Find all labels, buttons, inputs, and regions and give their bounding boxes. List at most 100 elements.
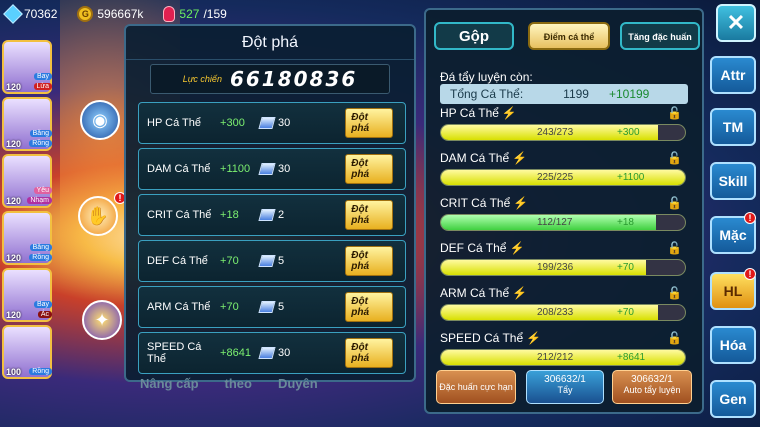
roster-slot[interactable]: Yêu Nhạm 120 <box>2 154 52 208</box>
stat-value: 199/236 <box>537 262 574 273</box>
stamina-max: /159 <box>203 7 227 21</box>
type-tag: Yêu <box>33 187 52 194</box>
stat-name: SPEED Cá Thể ⚡ <box>440 331 690 345</box>
lock-icon[interactable]: 🔓 <box>667 106 682 120</box>
special-training-button[interactable]: Đặc huấn cực hạn <box>436 370 516 404</box>
breakthrough-panel: Đột phá Lực chiến 66180836 HP Cá Thể +300… <box>124 24 416 382</box>
scroll-icon <box>258 301 276 313</box>
close-button[interactable]: ✕ <box>716 4 756 42</box>
auto-wash-button[interactable]: 306632/1 Auto tẩy luyện <box>612 370 692 404</box>
potion-icon <box>163 6 176 22</box>
stat-name: SPEED Cá Thể <box>147 341 202 365</box>
lock-icon[interactable]: 🔓 <box>667 331 682 345</box>
stat-row: HP Cá Thể ⚡ 🔓 243/273 +300 <box>440 106 690 141</box>
side-tab-skill[interactable]: Skill <box>710 162 756 200</box>
tab-merge[interactable]: Gộp <box>434 22 514 50</box>
level-label: 120 <box>6 139 22 149</box>
level-label: 120 <box>6 82 22 92</box>
stat-value: 225/225 <box>537 172 574 183</box>
lock-icon[interactable]: 🔓 <box>667 241 682 255</box>
wash-count: 306632/1 <box>544 374 586 385</box>
stat-label: ARM Cá Thể <box>440 286 510 300</box>
stat-name: DAM Cá Thể <box>147 163 211 175</box>
lock-icon[interactable]: 🔓 <box>667 196 682 210</box>
lock-icon[interactable]: 🔓 <box>667 286 682 300</box>
wash-label: Tẩy <box>557 385 573 395</box>
breakthrough-row: ARM Cá Thể +70 5 Đột phá <box>138 286 406 328</box>
stat-label: CRIT Cá Thể <box>440 196 511 210</box>
total-label: Tổng Cá Thể: <box>450 87 524 101</box>
type-tag: Băng <box>29 244 52 251</box>
side-tab-gen[interactable]: Gen <box>710 380 756 418</box>
stat-label: HP Cá Thể <box>440 106 499 120</box>
cost-value: 5 <box>277 301 285 313</box>
combat-power: Lực chiến 66180836 <box>150 64 390 94</box>
gem-icon <box>3 4 23 24</box>
side-tab-evolve[interactable]: Hóa <box>710 326 756 364</box>
stat-value: 112/127 <box>537 217 573 228</box>
roster-slot[interactable]: Băng Rồng 120 <box>2 211 52 265</box>
bottom-nav: Nâng cấp theo Duyên <box>140 376 318 391</box>
roster-slot[interactable]: Băng Rồng 120 <box>2 97 52 151</box>
lightning-icon: ⚡ <box>509 241 525 255</box>
lock-icon[interactable]: 🔓 <box>667 151 682 165</box>
stat-row: ARM Cá Thể ⚡ 🔓 208/233 +70 <box>440 286 690 321</box>
stat-progress-bar: 112/127 +18 <box>440 214 686 231</box>
tab-individual-points[interactable]: Điểm cá thể <box>528 22 610 50</box>
tab-special-training[interactable]: Tăng đặc huấn <box>620 22 700 50</box>
roster-slot[interactable]: Bay Lửa 120 <box>2 40 52 94</box>
auto-wash-label: Auto tẩy luyện <box>623 385 681 395</box>
cost-value: 30 <box>277 163 291 175</box>
stats-panel: Gộp Điểm cá thể Tăng đặc huấn Đá tẩy luy… <box>424 8 704 414</box>
scroll-icon <box>258 209 276 221</box>
notification-badge: ! <box>744 268 756 280</box>
lightning-icon: ⚡ <box>526 331 542 345</box>
power-label: Lực chiến <box>182 74 222 84</box>
stat-progress-bar: 208/233 +70 <box>440 304 686 321</box>
bag-icon[interactable]: ✋ <box>78 196 118 236</box>
stat-name: DAM Cá Thể ⚡ <box>440 151 690 165</box>
lightning-icon: ⚡ <box>512 151 528 165</box>
breakthrough-button[interactable]: Đột phá <box>345 292 393 322</box>
nav-follow[interactable]: theo <box>225 376 252 391</box>
gem-value: 70362 <box>24 7 58 21</box>
breakthrough-button[interactable]: Đột phá <box>345 338 393 368</box>
breakthrough-button[interactable]: Đột phá <box>345 200 393 230</box>
stat-name: DEF Cá Thể ⚡ <box>440 241 690 255</box>
element-wheel-icon[interactable]: ✦ <box>82 300 122 340</box>
gem-counter: 70362 <box>3 4 58 24</box>
cost-value: 5 <box>277 255 285 267</box>
side-tab-tm[interactable]: TM <box>710 108 756 146</box>
nav-upgrade[interactable]: Nâng cấp <box>140 376 199 391</box>
level-label: 120 <box>6 196 22 206</box>
stat-label: DEF Cá Thể <box>440 241 507 255</box>
stamina-counter: 527/159 <box>163 6 227 22</box>
auto-wash-count: 306632/1 <box>631 374 673 385</box>
side-tab-attr[interactable]: Attr <box>710 56 756 94</box>
scroll-icon <box>258 117 276 129</box>
roster-slot[interactable]: Bay Ác 120 <box>2 268 52 322</box>
nav-bond[interactable]: Duyên <box>278 376 318 391</box>
breakthrough-button[interactable]: Đột phá <box>345 246 393 276</box>
stat-bonus: +1100 <box>617 172 645 183</box>
pet-portrait-icon[interactable]: ◉ <box>80 100 120 140</box>
stat-row: CRIT Cá Thể ⚡ 🔓 112/127 +18 <box>440 196 690 231</box>
gold-counter: G 596667k <box>77 6 143 22</box>
stat-label: SPEED Cá Thể <box>440 331 524 345</box>
level-label: 120 <box>6 253 22 263</box>
stat-progress-bar: 212/212 +8641 <box>440 349 686 366</box>
stat-progress-bar: 199/236 +70 <box>440 259 686 276</box>
stat-name: ARM Cá Thể ⚡ <box>440 286 690 300</box>
stamina-value: 527 <box>179 7 200 21</box>
type-tag: Lửa <box>33 83 52 90</box>
stat-label: DAM Cá Thể <box>440 151 510 165</box>
total-value: 1199 <box>563 87 589 101</box>
roster-slot[interactable]: Rồng 100 <box>2 325 52 379</box>
type-tag: Rồng <box>29 368 52 375</box>
breakthrough-button[interactable]: Đột phá <box>345 154 393 184</box>
breakthrough-button[interactable]: Đột phá <box>345 108 393 138</box>
stat-name: CRIT Cá Thể ⚡ <box>440 196 690 210</box>
wash-button[interactable]: 306632/1 Tẩy <box>526 370 604 404</box>
gold-value: 596667k <box>97 7 144 21</box>
breakthrough-row: CRIT Cá Thể +18 2 Đột phá <box>138 194 406 236</box>
